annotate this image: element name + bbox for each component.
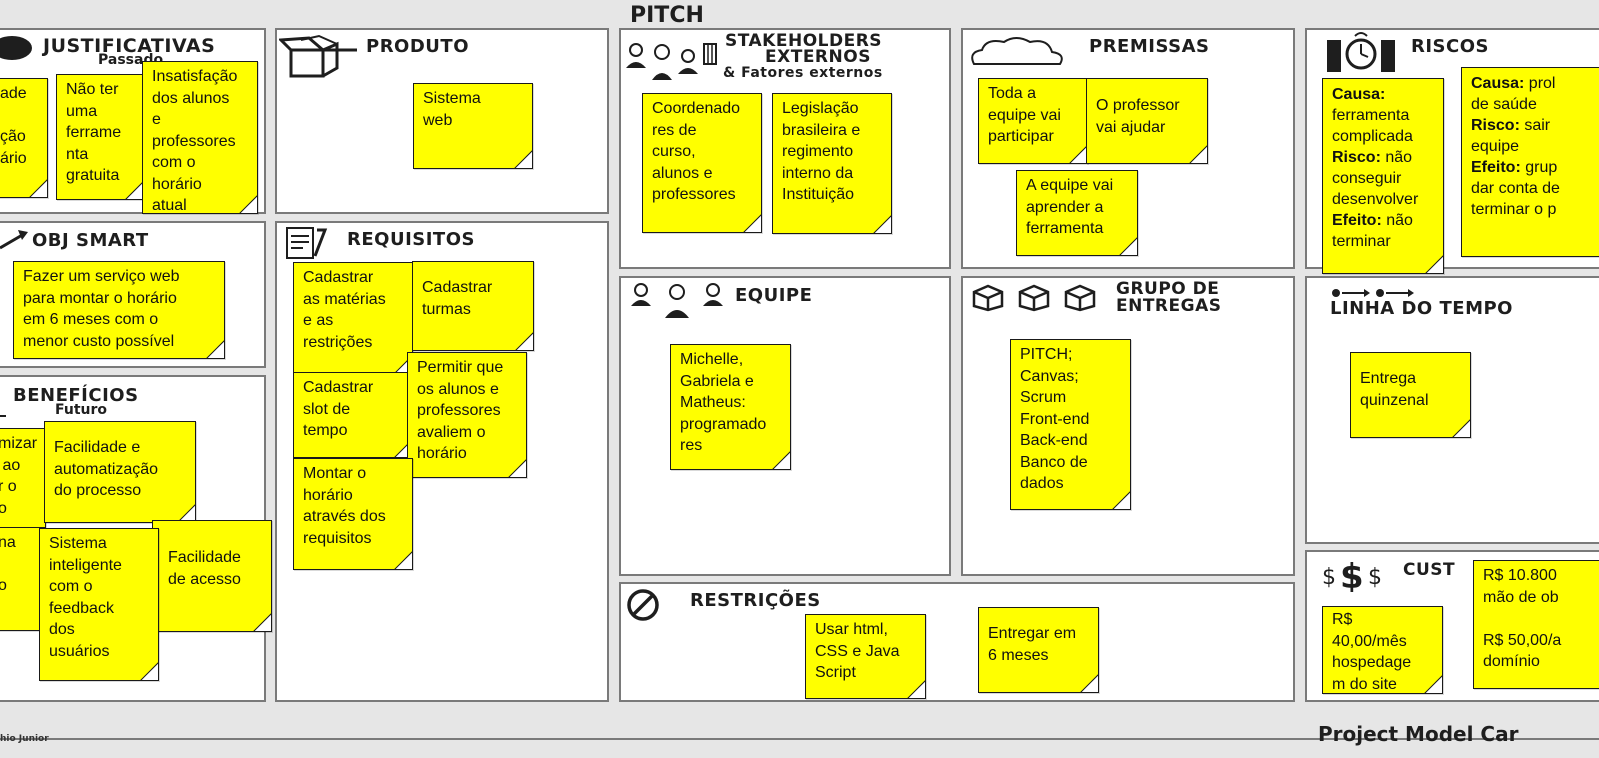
- project-model-canvas: PITCH JUSTIFICATIVAS Passado PRODUTO STA…: [0, 0, 1599, 758]
- note-fold-corner: [239, 195, 257, 213]
- note-justificativa-1[interactable]: ade ção ário: [0, 78, 48, 198]
- stakeholders-title-line2: EXTERNOS: [765, 47, 871, 67]
- note-restricao-1[interactable]: Usar html, CSS e Java Script: [805, 614, 926, 699]
- note-fold-corner: [873, 215, 891, 233]
- note-requisito-1[interactable]: Cadastrar as matérias e as restrições: [293, 262, 413, 374]
- note-fold-corner: [743, 214, 761, 232]
- note-produto-1[interactable]: Sistema web: [413, 83, 533, 169]
- target-icon: [0, 36, 32, 60]
- note-fold-corner: [394, 551, 412, 569]
- note-risco-2[interactable]: Causa: prol de saúde Risco: sair equipe …: [1461, 67, 1599, 257]
- note-custo-1[interactable]: R$ 40,00/mês hospedage m do site: [1322, 606, 1443, 694]
- risk2-efeito-label: Efeito:: [1471, 159, 1521, 176]
- cloud-icon: [971, 37, 1063, 65]
- note-requisito-2[interactable]: Cadastrar turmas: [412, 261, 534, 351]
- svg-text:$: $: [1322, 565, 1336, 590]
- requisitos-title: REQUISITOS: [347, 229, 475, 250]
- note-tempo-1[interactable]: Entrega quinzenal: [1350, 352, 1471, 438]
- risk1-causa: ferramenta complicada: [1332, 107, 1413, 145]
- time-bomb-icon: [1327, 32, 1395, 72]
- packages-icon: [972, 284, 1096, 312]
- note-fold-corner: [907, 680, 925, 698]
- note-obj-smart-1[interactable]: Fazer um serviço web para montar o horár…: [13, 261, 225, 359]
- note-fold-corner: [772, 451, 790, 469]
- note-fold-corner: [1189, 145, 1207, 163]
- note-fold-corner: [1112, 491, 1130, 509]
- equipe-title: EQUIPE: [735, 285, 813, 306]
- obj-smart-title: OBJ SMART: [32, 230, 149, 251]
- risk1-efeito-label: Efeito:: [1332, 212, 1382, 229]
- checklist-icon: [286, 227, 328, 259]
- note-fold-corner: [508, 459, 526, 477]
- note-equipe-1[interactable]: Michelle, Gabriela e Matheus: programado…: [670, 344, 791, 470]
- note-beneficio-5[interactable]: Facilidade de acesso: [152, 520, 272, 632]
- note-fold-corner: [140, 662, 158, 680]
- svg-text:$: $: [1368, 565, 1382, 590]
- note-beneficio-4[interactable]: Sistema inteligente com o feedback dos u…: [39, 528, 159, 681]
- note-fold-corner: [253, 613, 271, 631]
- note-entregas-1[interactable]: PITCH; Canvas; Scrum Front-end Back-end …: [1010, 339, 1131, 510]
- people-building-icon: [626, 43, 717, 80]
- note-justificativa-2[interactable]: Não ter uma ferrame nta gratuita: [56, 74, 144, 200]
- produto-title: PRODUTO: [366, 36, 469, 57]
- custos-title: CUST: [1403, 560, 1456, 580]
- grupo-entregas-title-line2: ENTREGAS: [1116, 296, 1222, 316]
- page-title: PITCH: [630, 3, 704, 28]
- linha-tempo-title: LINHA DO TEMPO: [1330, 298, 1513, 319]
- premissas-title: PREMISSAS: [1089, 36, 1210, 57]
- note-fold-corner: [515, 332, 533, 350]
- note-beneficio-2[interactable]: Facilidade e automatização do processo: [44, 421, 196, 523]
- note-restricao-2[interactable]: Entregar em 6 meses: [978, 607, 1099, 693]
- note-stakeholder-2[interactable]: Legislação brasileira e regimento intern…: [772, 93, 892, 234]
- note-fold-corner: [1080, 674, 1098, 692]
- beneficios-subtitle: Futuro: [55, 402, 108, 418]
- note-fold-corner: [514, 150, 532, 168]
- riscos-title: RISCOS: [1411, 36, 1489, 57]
- note-fold-corner: [206, 340, 224, 358]
- footer-author: hio Junior: [0, 734, 49, 744]
- note-fold-corner: [1424, 675, 1442, 693]
- note-fold-corner: [29, 179, 47, 197]
- restricoes-title: RESTRIÇÕES: [690, 590, 821, 611]
- note-premissa-3[interactable]: A equipe vai aprender a ferramenta: [1016, 170, 1138, 256]
- dollar-icon: $ $ $: [1322, 557, 1382, 592]
- team-icon: [631, 283, 723, 318]
- note-fold-corner: [1119, 237, 1137, 255]
- note-fold-corner: [1425, 255, 1443, 273]
- note-beneficio-3[interactable]: na o: [0, 527, 44, 631]
- svg-text:$: $: [1340, 557, 1364, 592]
- note-requisito-4[interactable]: Cadastrar slot de tempo: [293, 372, 413, 458]
- open-box-icon: [279, 34, 357, 78]
- prohibited-icon: [627, 589, 659, 621]
- note-stakeholder-1[interactable]: Coordenado res de curso, alunos e profes…: [642, 93, 762, 233]
- note-premissa-1[interactable]: Toda a equipe vai participar: [978, 78, 1088, 164]
- note-premissa-2[interactable]: O professor vai ajudar: [1086, 78, 1208, 164]
- note-custo-2[interactable]: R$ 10.800 mão de ob R$ 50,00/a domínio: [1473, 560, 1599, 689]
- risk2-risco-label: Risco:: [1471, 117, 1520, 134]
- stakeholders-title-line3: & Fatores externos: [723, 65, 883, 81]
- risk1-risco-label: Risco:: [1332, 149, 1381, 166]
- note-risco-1[interactable]: Causa: ferramenta complicada Risco: não …: [1322, 78, 1444, 274]
- risk1-causa-label: Causa:: [1332, 86, 1386, 103]
- note-fold-corner: [1452, 419, 1470, 437]
- note-beneficio-1[interactable]: mizar ao r o o: [0, 428, 46, 528]
- note-requisito-3[interactable]: Permitir que os alunos e professores ava…: [407, 352, 527, 478]
- dart-icon: [0, 230, 28, 250]
- note-justificativa-3[interactable]: Insatisfação dos alunos e professores co…: [142, 61, 258, 214]
- note-requisito-5[interactable]: Montar o horário através dos requisitos: [293, 458, 413, 570]
- benefit-icon: [0, 415, 6, 417]
- footer-brand: Project Model Car: [1318, 722, 1519, 746]
- risk2-causa-label: Causa:: [1471, 75, 1525, 92]
